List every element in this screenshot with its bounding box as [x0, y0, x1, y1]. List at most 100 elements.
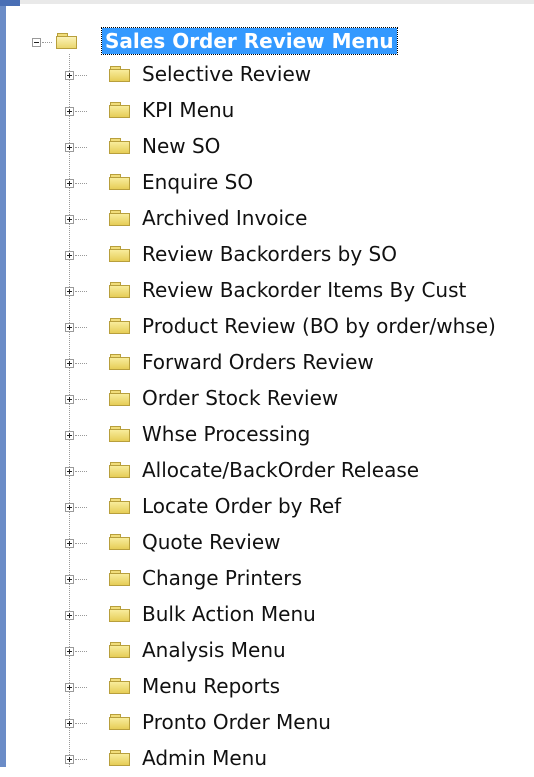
- root-label[interactable]: Sales Order Review Menu: [101, 27, 398, 55]
- folder-icon: [109, 66, 131, 83]
- tree-item[interactable]: Forward Orders Review: [0, 345, 534, 381]
- folder-icon: [109, 462, 131, 479]
- folder-icon: [109, 714, 131, 731]
- tree-connector: [75, 507, 87, 508]
- plus-box-icon[interactable]: [65, 143, 74, 152]
- tree-item[interactable]: KPI Menu: [0, 93, 534, 129]
- folder-icon: [109, 426, 131, 443]
- tree-connector: [75, 399, 87, 400]
- tree-item[interactable]: Whse Processing: [0, 417, 534, 453]
- tree-item[interactable]: Analysis Menu: [0, 633, 534, 669]
- tree-item-label[interactable]: Menu Reports: [142, 673, 280, 699]
- plus-box-icon[interactable]: [65, 503, 74, 512]
- tree-item-label[interactable]: Review Backorder Items By Cust: [142, 277, 466, 303]
- folder-open-icon: [56, 33, 78, 50]
- plus-box-icon[interactable]: [65, 287, 74, 296]
- tree-root-node[interactable]: Sales Order Review Menu: [0, 24, 534, 60]
- tree-item-label[interactable]: Forward Orders Review: [142, 349, 374, 375]
- tree-item[interactable]: Selective Review: [0, 57, 534, 93]
- tree-item-label[interactable]: Archived Invoice: [142, 205, 307, 231]
- tree-item[interactable]: Bulk Action Menu: [0, 597, 534, 633]
- folder-icon: [109, 318, 131, 335]
- tree-connector: [75, 435, 87, 436]
- tree-item[interactable]: Product Review (BO by order/whse): [0, 309, 534, 345]
- folder-icon: [109, 246, 131, 263]
- plus-box-icon[interactable]: [65, 395, 74, 404]
- tree-item-label[interactable]: Bulk Action Menu: [142, 601, 316, 627]
- tree-item-label[interactable]: Selective Review: [142, 61, 311, 87]
- tree-item-label[interactable]: New SO: [142, 133, 220, 159]
- tree-item-label[interactable]: Quote Review: [142, 529, 281, 555]
- tree-item[interactable]: Archived Invoice: [0, 201, 534, 237]
- tree-item[interactable]: Pronto Order Menu: [0, 705, 534, 741]
- plus-box-icon[interactable]: [65, 755, 74, 764]
- tree-connector: [75, 219, 87, 220]
- plus-box-icon[interactable]: [65, 575, 74, 584]
- plus-box-icon[interactable]: [65, 179, 74, 188]
- plus-box-icon[interactable]: [65, 251, 74, 260]
- tree-connector: [75, 147, 87, 148]
- tree-item-label[interactable]: Enquire SO: [142, 169, 253, 195]
- folder-icon: [109, 750, 131, 767]
- tree-item-label[interactable]: Product Review (BO by order/whse): [142, 313, 496, 339]
- plus-box-icon[interactable]: [65, 539, 74, 548]
- tree-item-label[interactable]: Analysis Menu: [142, 637, 286, 663]
- tree-item[interactable]: New SO: [0, 129, 534, 165]
- tree-item-label[interactable]: Admin Menu: [142, 745, 267, 771]
- tree-connector: [75, 651, 87, 652]
- tree-connector: [75, 327, 87, 328]
- tree-connector: [75, 471, 87, 472]
- plus-box-icon[interactable]: [65, 719, 74, 728]
- plus-box-icon[interactable]: [65, 611, 74, 620]
- tree-item[interactable]: Order Stock Review: [0, 381, 534, 417]
- minus-box-icon[interactable]: [32, 38, 41, 47]
- tree-connector: [75, 363, 87, 364]
- plus-box-icon[interactable]: [65, 215, 74, 224]
- folder-icon: [109, 102, 131, 119]
- tree-connector: [42, 42, 52, 43]
- tree-item-label[interactable]: Whse Processing: [142, 421, 310, 447]
- folder-icon: [109, 534, 131, 551]
- folder-icon: [109, 606, 131, 623]
- tree-item-label[interactable]: KPI Menu: [142, 97, 234, 123]
- tree-connector: [75, 759, 87, 760]
- menu-tree: Sales Order Review Menu Selective Review…: [0, 0, 534, 770]
- plus-box-icon[interactable]: [65, 647, 74, 656]
- tree-item[interactable]: Review Backorders by SO: [0, 237, 534, 273]
- tree-item-label[interactable]: Order Stock Review: [142, 385, 338, 411]
- tree-item[interactable]: Change Printers: [0, 561, 534, 597]
- folder-icon: [109, 570, 131, 587]
- plus-box-icon[interactable]: [65, 323, 74, 332]
- folder-icon: [109, 210, 131, 227]
- tree-item[interactable]: Allocate/BackOrder Release: [0, 453, 534, 489]
- plus-box-icon[interactable]: [65, 107, 74, 116]
- folder-icon: [109, 174, 131, 191]
- folder-icon: [109, 642, 131, 659]
- folder-icon: [109, 390, 131, 407]
- plus-box-icon[interactable]: [65, 71, 74, 80]
- tree-item[interactable]: Quote Review: [0, 525, 534, 561]
- plus-box-icon[interactable]: [65, 467, 74, 476]
- tree-item[interactable]: Review Backorder Items By Cust: [0, 273, 534, 309]
- tree-connector: [75, 579, 87, 580]
- plus-box-icon[interactable]: [65, 683, 74, 692]
- tree-item-label[interactable]: Review Backorders by SO: [142, 241, 397, 267]
- tree-connector: [75, 75, 87, 76]
- tree-connector: [75, 183, 87, 184]
- tree-connector: [75, 687, 87, 688]
- tree-item-label[interactable]: Pronto Order Menu: [142, 709, 331, 735]
- tree-item[interactable]: Admin Menu: [0, 741, 534, 777]
- tree-item[interactable]: Enquire SO: [0, 165, 534, 201]
- tree-item[interactable]: Locate Order by Ref: [0, 489, 534, 525]
- plus-box-icon[interactable]: [65, 359, 74, 368]
- tree-item-label[interactable]: Allocate/BackOrder Release: [142, 457, 419, 483]
- tree-item-label[interactable]: Locate Order by Ref: [142, 493, 341, 519]
- tree-connector: [75, 291, 87, 292]
- tree-connector: [75, 111, 87, 112]
- tree-item[interactable]: Menu Reports: [0, 669, 534, 705]
- tree-connector: [75, 615, 87, 616]
- plus-box-icon[interactable]: [65, 431, 74, 440]
- tree-connector: [75, 723, 87, 724]
- tree-connector: [75, 255, 87, 256]
- tree-item-label[interactable]: Change Printers: [142, 565, 302, 591]
